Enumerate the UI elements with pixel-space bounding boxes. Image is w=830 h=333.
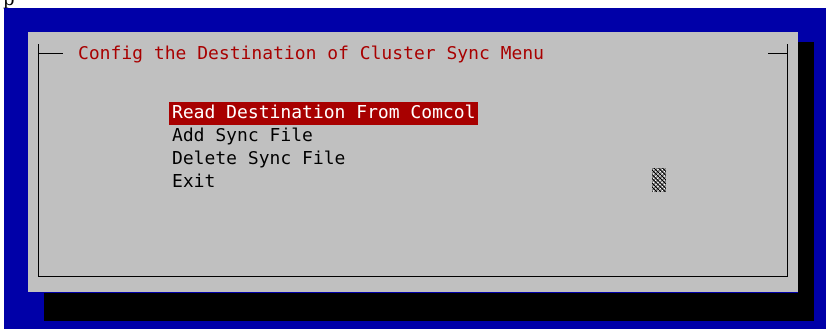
menu-item-add-sync-file[interactable]: Add Sync File (169, 125, 478, 148)
title-tick-right (787, 44, 788, 63)
scrollbar-thumb[interactable] (652, 168, 666, 192)
menu-item-read-destination[interactable]: Read Destination From Comcol (169, 102, 479, 125)
menu-item-exit[interactable]: Exit (169, 171, 478, 194)
menu-list: Read Destination From Comcol Add Sync Fi… (169, 102, 479, 194)
frame-border-right (787, 53, 788, 277)
terminal-window: Config the Destination of Cluster Sync M… (4, 8, 826, 329)
frame-border-top-left (38, 53, 63, 54)
dialog-shadow-bottom (44, 293, 814, 321)
dialog-box: Config the Destination of Cluster Sync M… (28, 32, 798, 292)
frame-border-bottom (38, 276, 788, 277)
screen: p Config the Destination of Cluster Sync… (0, 0, 830, 333)
menu-item-delete-sync-file[interactable]: Delete Sync File (169, 148, 478, 171)
dialog-shadow-right (798, 42, 814, 321)
frame-border-left (38, 53, 39, 277)
frame-border-top-right (768, 53, 788, 54)
title-tick-left (38, 44, 39, 63)
dialog-title: Config the Destination of Cluster Sync M… (74, 42, 548, 66)
